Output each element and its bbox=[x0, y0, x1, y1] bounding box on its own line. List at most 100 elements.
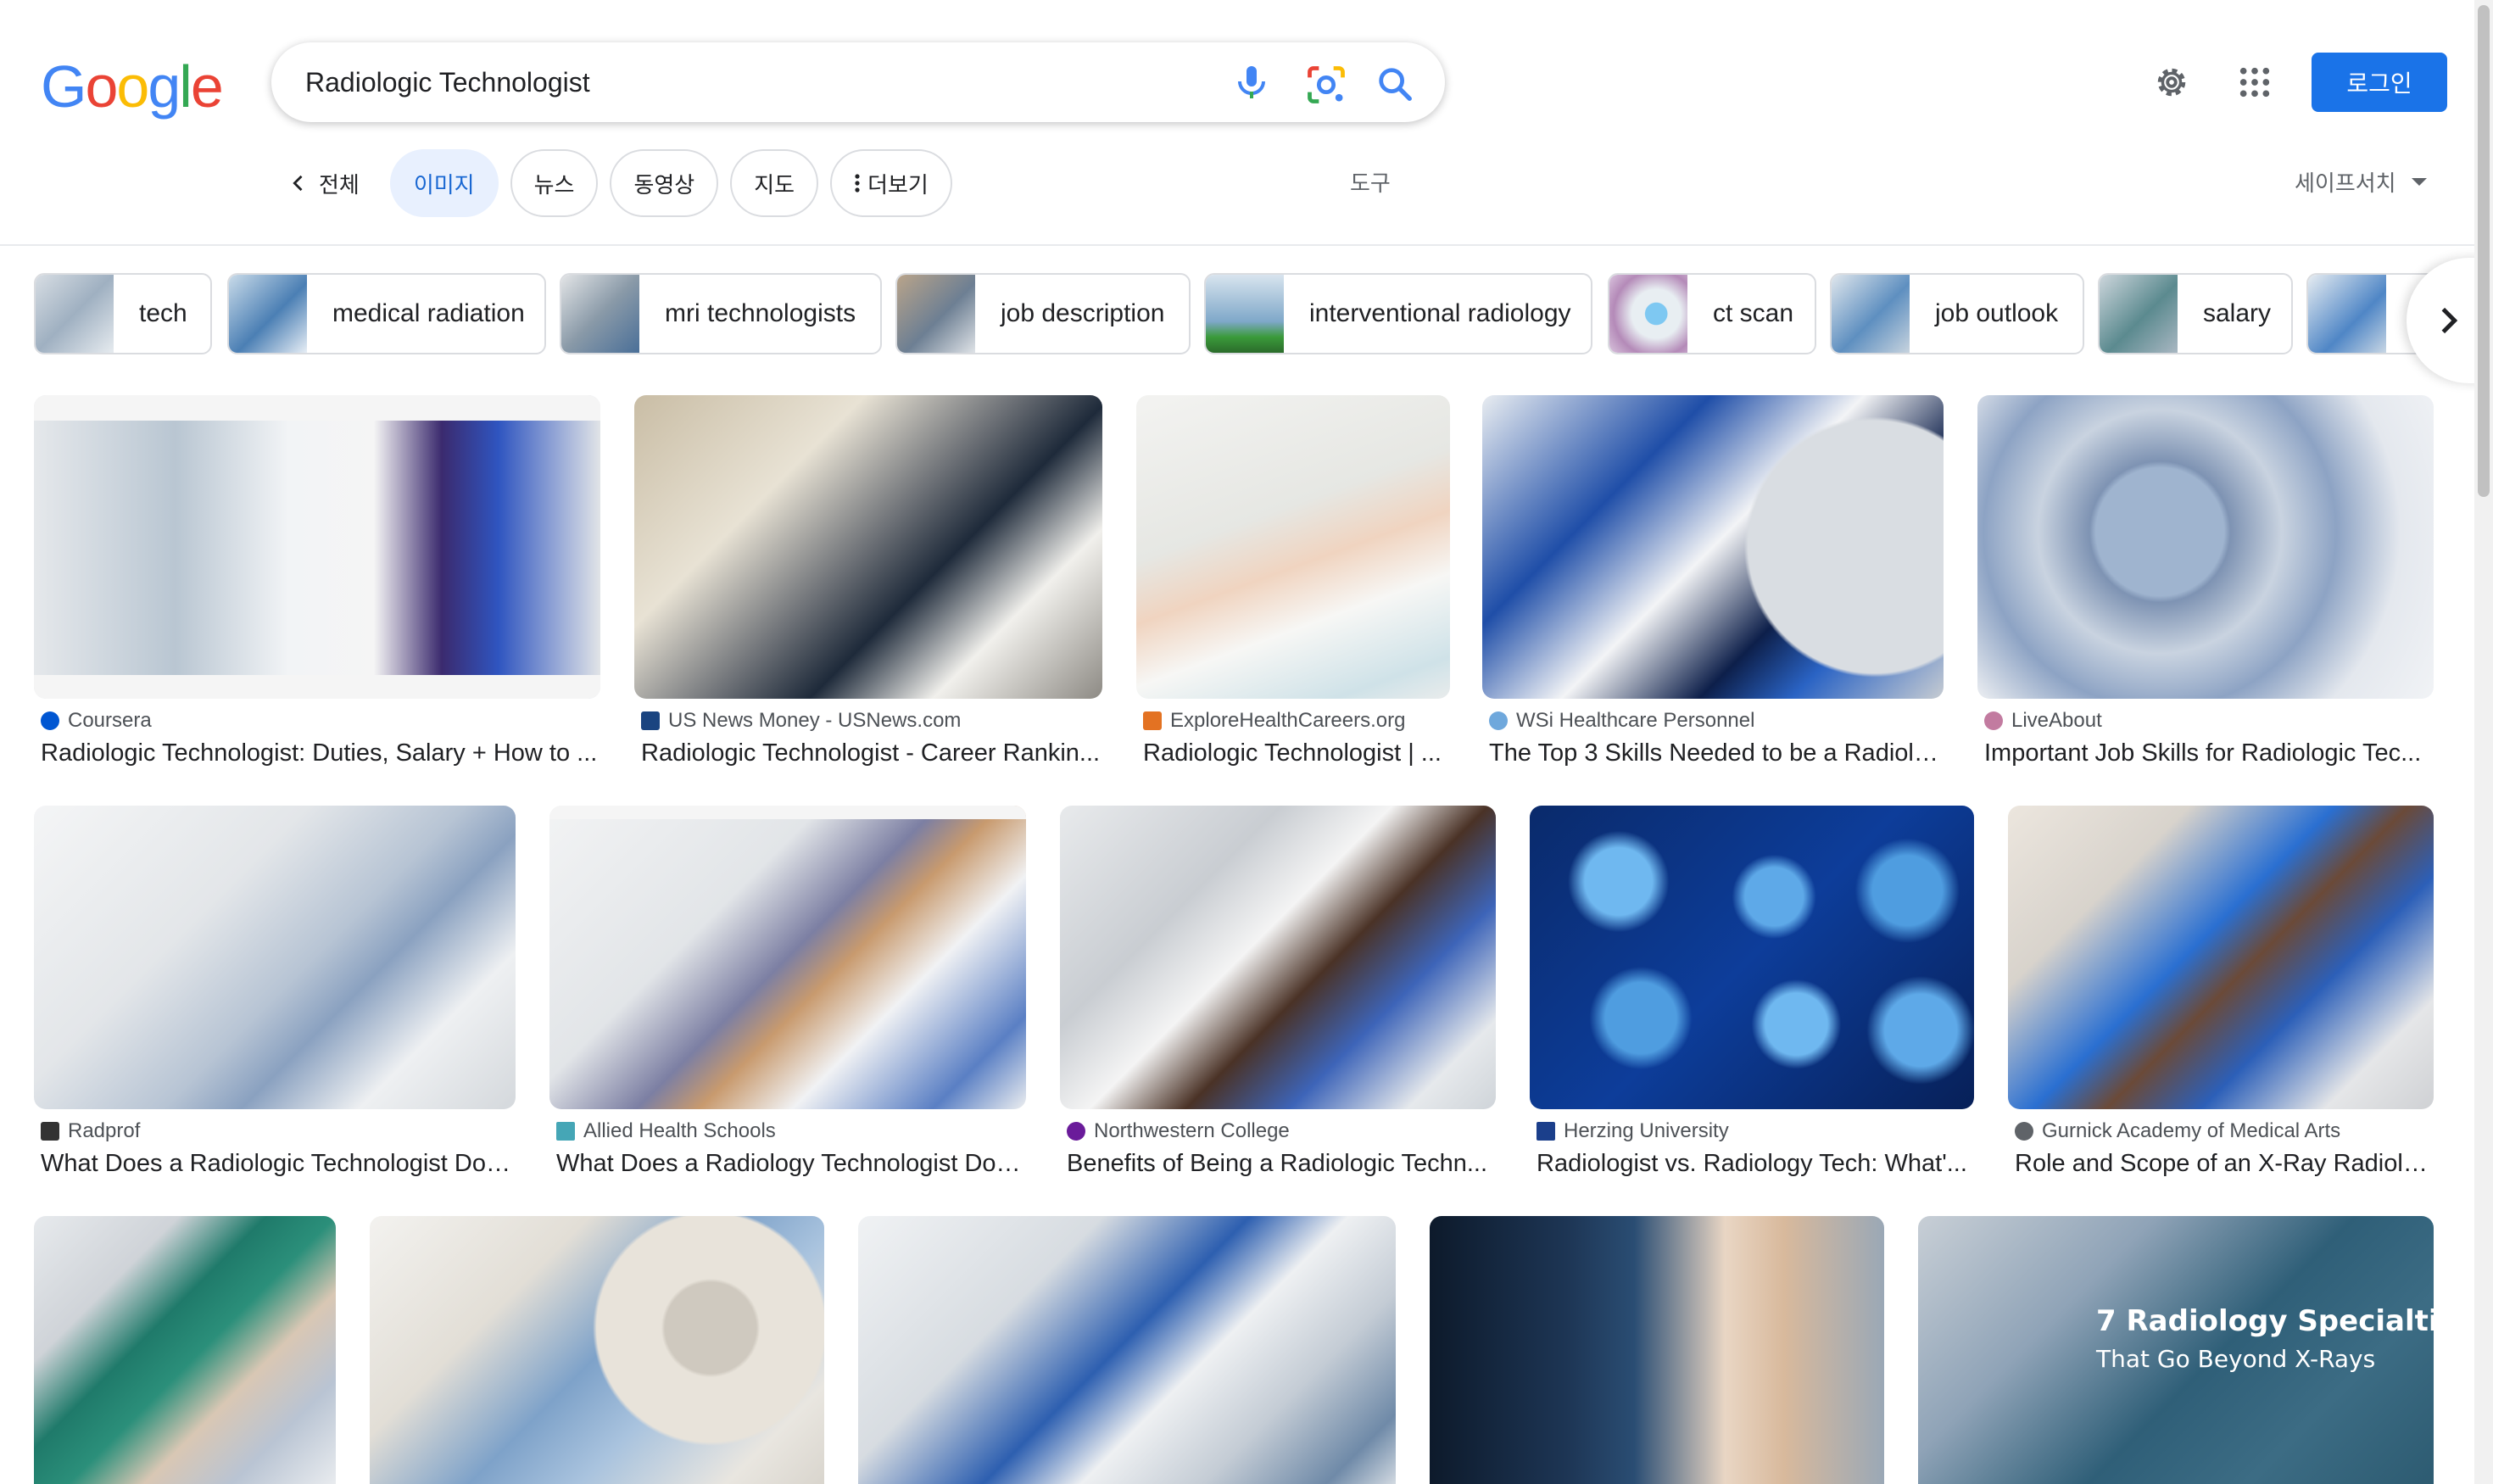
image-result[interactable] bbox=[858, 1216, 1396, 1484]
image-result[interactable]: WSi Healthcare Personnel The Top 3 Skill… bbox=[1482, 395, 1944, 768]
chip-mri-technologists[interactable]: mri technologists bbox=[560, 273, 882, 354]
result-source[interactable]: US News Money - USNews.com bbox=[641, 709, 961, 733]
favicon-icon bbox=[1143, 711, 1162, 730]
more-vert-icon bbox=[855, 174, 860, 192]
image-result[interactable]: Allied Health Schools What Does a Radiol… bbox=[549, 806, 1026, 1179]
result-source[interactable]: WSi Healthcare Personnel bbox=[1489, 709, 1754, 733]
result-image[interactable] bbox=[34, 395, 600, 699]
result-source[interactable]: ExploreHealthCareers.org bbox=[1143, 709, 1405, 733]
result-source[interactable]: Radprof bbox=[41, 1119, 140, 1143]
tab-all[interactable]: 전체 bbox=[280, 149, 378, 217]
chip-salary[interactable]: salary bbox=[2098, 273, 2293, 354]
tab-maps-label: 지도 bbox=[754, 171, 795, 198]
result-title[interactable]: What Does a Radiologic Technologist Do?.… bbox=[41, 1150, 516, 1178]
search-header: Google Radiologic Technologist 로그인 전체 이미… bbox=[0, 0, 2493, 246]
image-result[interactable]: ExploreHealthCareers.org Radiologic Tech… bbox=[1136, 395, 1450, 768]
chip-job-outlook[interactable]: job outlook bbox=[1830, 273, 2084, 354]
google-apps-grid-icon[interactable] bbox=[2235, 63, 2274, 102]
chip-label: medical radiation bbox=[332, 299, 525, 327]
image-result[interactable]: Coursera Radiologic Technologist: Duties… bbox=[34, 395, 600, 768]
settings-gear-icon[interactable] bbox=[2150, 61, 2193, 103]
result-title[interactable]: Radiologic Technologist | ... bbox=[1143, 739, 1450, 767]
source-name: Northwestern College bbox=[1094, 1119, 1290, 1142]
image-result[interactable] bbox=[1430, 1216, 1884, 1484]
chip-label: salary bbox=[2203, 299, 2272, 327]
scrollbar-thumb[interactable] bbox=[2478, 5, 2490, 497]
microphone-icon[interactable] bbox=[1231, 63, 1272, 103]
favicon-icon bbox=[641, 711, 660, 730]
result-image[interactable] bbox=[2008, 806, 2434, 1109]
source-name: US News Money - USNews.com bbox=[668, 709, 962, 732]
chip-tech[interactable]: tech bbox=[34, 273, 212, 354]
favicon-icon bbox=[1537, 1122, 1555, 1141]
chip-interventional-radiology[interactable]: interventional radiology bbox=[1204, 273, 1592, 354]
chip-job-description[interactable]: job description bbox=[895, 273, 1191, 354]
result-title[interactable]: Benefits of Being a Radiologic Techn... bbox=[1067, 1150, 1496, 1178]
tab-all-label: 전체 bbox=[319, 171, 360, 198]
result-title[interactable]: Radiologic Technologist: Duties, Salary … bbox=[41, 739, 600, 767]
tab-news[interactable]: 뉴스 bbox=[510, 149, 599, 217]
result-source[interactable]: Coursera bbox=[41, 709, 152, 733]
chip-label: mri technologists bbox=[665, 299, 856, 327]
result-image[interactable] bbox=[549, 806, 1026, 1109]
chip-ct-scan[interactable]: ct scan bbox=[1608, 273, 1816, 354]
result-image[interactable] bbox=[370, 1216, 824, 1484]
image-result[interactable]: Gurnick Academy of Medical Arts Role and… bbox=[2008, 806, 2434, 1179]
result-image[interactable] bbox=[1530, 806, 1974, 1109]
source-name: Coursera bbox=[68, 709, 152, 732]
image-result[interactable]: LiveAbout Important Job Skills for Radio… bbox=[1977, 395, 2434, 768]
search-input[interactable] bbox=[305, 42, 1153, 122]
result-image[interactable] bbox=[1136, 395, 1450, 699]
favicon-icon bbox=[41, 711, 59, 730]
google-logo[interactable]: Google bbox=[41, 53, 224, 120]
chip-thumbnail bbox=[561, 275, 639, 353]
tab-videos[interactable]: 동영상 bbox=[610, 149, 719, 217]
chip-medical-radiation[interactable]: medical radiation bbox=[227, 273, 546, 354]
google-lens-icon[interactable] bbox=[1304, 63, 1348, 107]
tab-news-label: 뉴스 bbox=[533, 171, 575, 198]
source-name: LiveAbout bbox=[2011, 709, 2102, 732]
source-name: Herzing University bbox=[1564, 1119, 1729, 1142]
source-name: Allied Health Schools bbox=[583, 1119, 776, 1142]
image-result[interactable]: Northwestern College Benefits of Being a… bbox=[1060, 806, 1496, 1179]
result-image[interactable] bbox=[1430, 1216, 1884, 1484]
tab-videos-label: 동영상 bbox=[633, 171, 695, 198]
result-source[interactable]: Gurnick Academy of Medical Arts bbox=[2015, 1119, 2340, 1143]
result-image[interactable]: 7 Radiology Specialties That Go Beyond X… bbox=[1918, 1216, 2434, 1484]
chip-label: interventional radiology bbox=[1309, 299, 1571, 327]
search-icon[interactable] bbox=[1374, 63, 1416, 105]
result-image[interactable] bbox=[34, 806, 516, 1109]
result-source[interactable]: Allied Health Schools bbox=[556, 1119, 776, 1143]
result-source[interactable]: LiveAbout bbox=[1984, 709, 2102, 733]
tab-more-label: 더보기 bbox=[867, 171, 929, 198]
result-title[interactable]: Radiologic Technologist - Career Rankin.… bbox=[641, 739, 1102, 767]
result-title[interactable]: What Does a Radiology Technologist Do?..… bbox=[556, 1150, 1026, 1178]
image-result[interactable] bbox=[34, 1216, 336, 1484]
result-image[interactable] bbox=[34, 1216, 336, 1484]
tab-images-label: 이미지 bbox=[413, 171, 475, 198]
image-result[interactable] bbox=[370, 1216, 824, 1484]
result-title[interactable]: Radiologist vs. Radiology Tech: What'... bbox=[1537, 1150, 1974, 1178]
safesearch-dropdown[interactable]: 세이프서치 bbox=[2295, 166, 2427, 198]
result-source[interactable]: Herzing University bbox=[1537, 1119, 1729, 1143]
result-image[interactable] bbox=[1060, 806, 1496, 1109]
tab-maps[interactable]: 지도 bbox=[730, 149, 819, 217]
tools-button[interactable]: 도구 bbox=[1350, 166, 1391, 198]
image-result[interactable]: Herzing University Radiologist vs. Radio… bbox=[1530, 806, 1974, 1179]
image-result[interactable]: Radprof What Does a Radiologic Technolog… bbox=[34, 806, 516, 1179]
favicon-icon bbox=[41, 1122, 59, 1141]
image-result[interactable]: 7 Radiology Specialties That Go Beyond X… bbox=[1918, 1216, 2434, 1484]
result-title[interactable]: Important Job Skills for Radiologic Tec.… bbox=[1984, 739, 2434, 767]
result-image[interactable] bbox=[858, 1216, 1396, 1484]
result-title[interactable]: Role and Scope of an X-Ray Radiolo... bbox=[2015, 1150, 2434, 1178]
result-title[interactable]: The Top 3 Skills Needed to be a Radiolo.… bbox=[1489, 739, 1944, 767]
login-button[interactable]: 로그인 bbox=[2312, 53, 2447, 112]
tab-images[interactable]: 이미지 bbox=[389, 149, 499, 217]
result-image[interactable] bbox=[634, 395, 1102, 699]
result-image[interactable] bbox=[1482, 395, 1944, 699]
safesearch-label: 세이프서치 bbox=[2295, 170, 2396, 196]
image-result[interactable]: US News Money - USNews.com Radiologic Te… bbox=[634, 395, 1102, 768]
result-source[interactable]: Northwestern College bbox=[1067, 1119, 1290, 1143]
result-image[interactable] bbox=[1977, 395, 2434, 699]
tab-more[interactable]: 더보기 bbox=[830, 149, 952, 217]
